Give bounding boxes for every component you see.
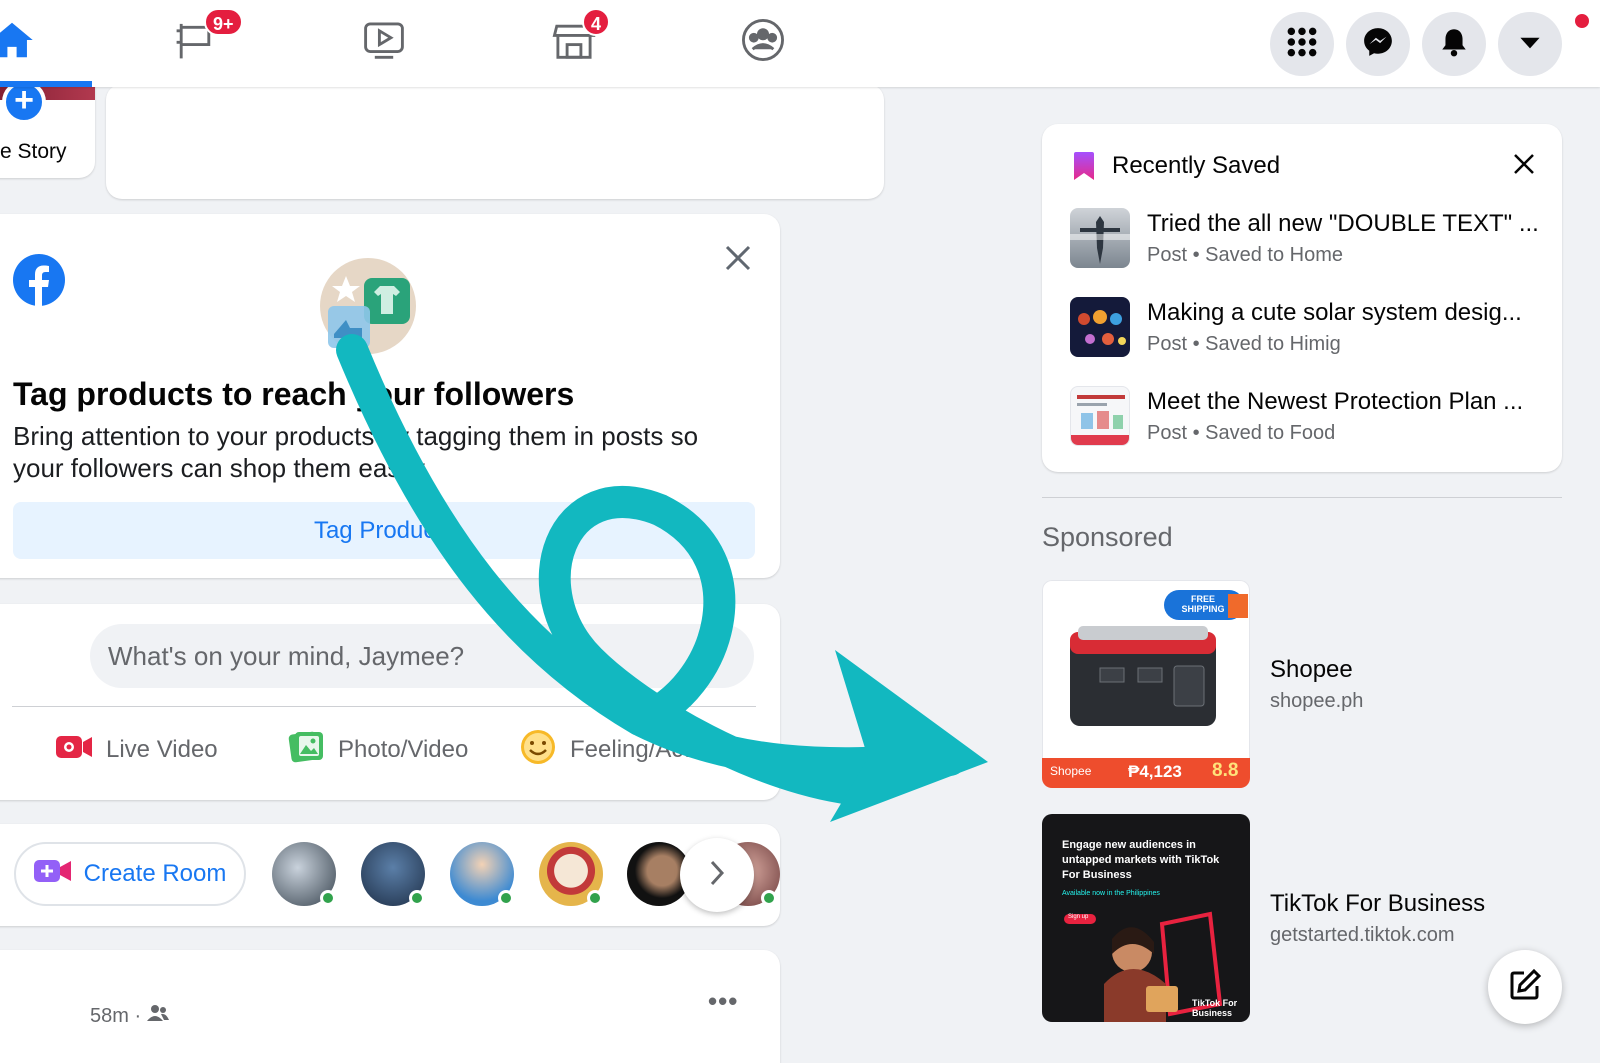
groups-icon xyxy=(740,17,786,68)
sponsored-ad-shopee[interactable]: FREE SHIPPING Shopee ₱4,123 8.8 Shopee s… xyxy=(1042,580,1542,790)
grid-menu-icon xyxy=(1286,26,1318,63)
saved-item[interactable]: Tried the all new "DOUBLE TEXT" ... Post… xyxy=(1070,208,1550,272)
compose-icon xyxy=(1508,968,1542,1007)
online-indicator xyxy=(587,890,603,906)
nav-tab-watch[interactable] xyxy=(324,0,444,84)
post-composer: What's on your mind, Jaymee? Live Video … xyxy=(0,604,780,800)
sponsored-ad-tiktok[interactable]: Engage new audiences in untapped markets… xyxy=(1042,814,1542,1024)
home-icon xyxy=(0,17,35,68)
right-column-divider xyxy=(1042,497,1562,498)
shopee-price-text: ₱4,123 xyxy=(1128,762,1182,781)
close-recently-saved-button[interactable] xyxy=(1506,148,1542,184)
close-tag-products-button[interactable] xyxy=(718,240,758,280)
create-room-label: Create Room xyxy=(83,860,227,887)
saved-item-thumbnail xyxy=(1070,208,1130,268)
caret-down-icon xyxy=(1514,26,1546,63)
online-indicator xyxy=(320,890,336,906)
close-icon xyxy=(725,245,751,276)
tag-products-card: Tag products to reach your followers Bri… xyxy=(0,214,780,578)
friends-audience-icon xyxy=(147,1004,170,1028)
tag-products-button[interactable]: Tag Products xyxy=(13,502,755,559)
post-time-label: 58m · xyxy=(90,1004,142,1027)
feed-post: 58m · ••• xyxy=(0,950,780,1063)
menu-button[interactable] xyxy=(1270,12,1334,76)
saved-item[interactable]: Making a cute solar system desig... Post… xyxy=(1070,297,1550,361)
tiktok-ad-image: Engage new audiences in untapped markets… xyxy=(1042,814,1250,1022)
marketplace-notification-badge: 4 xyxy=(582,8,611,36)
new-message-button[interactable] xyxy=(1488,950,1562,1024)
top-navigation-bar: 9+ 4 xyxy=(0,0,1600,87)
whats-on-your-mind-input[interactable]: What's on your mind, Jaymee? xyxy=(90,624,754,688)
saved-item-meta: Post • Saved to Home xyxy=(1147,244,1343,266)
free-shipping-badge: FREE SHIPPING xyxy=(1181,594,1225,614)
rooms-row: Create Room xyxy=(0,824,780,926)
messenger-button[interactable] xyxy=(1346,12,1410,76)
tiktok-ad-brand: TikTok For Business xyxy=(1192,998,1238,1018)
saved-item-thumbnail xyxy=(1070,386,1130,446)
tiktok-ad-cta: Sign up xyxy=(1068,914,1089,920)
video-plus-icon xyxy=(33,858,72,891)
ad-advertiser-url: shopee.ph xyxy=(1270,690,1364,712)
recently-saved-title: Recently Saved xyxy=(1112,152,1281,179)
ad-advertiser-name: Shopee xyxy=(1270,656,1353,683)
tag-products-title: Tag products to reach your followers xyxy=(13,376,575,412)
photo-video-label: Photo/Video xyxy=(338,736,469,763)
live-video-button[interactable]: Live Video xyxy=(54,724,218,776)
tiktok-ad-subtext: Available now in the Philippines xyxy=(1062,890,1160,897)
rooms-next-button[interactable] xyxy=(680,838,754,912)
saved-item[interactable]: Meet the Newest Protection Plan ... Post… xyxy=(1070,386,1550,450)
create-story-label: e Story xyxy=(0,140,67,163)
notifications-button[interactable] xyxy=(1422,12,1486,76)
bell-icon xyxy=(1438,26,1470,63)
online-indicator xyxy=(498,890,514,906)
nav-tab-marketplace[interactable] xyxy=(514,0,634,84)
saved-item-meta: Post • Saved to Food xyxy=(1147,422,1336,444)
messenger-icon xyxy=(1362,26,1394,63)
tag-products-illustration xyxy=(320,258,416,354)
saved-item-title: Meet the Newest Protection Plan ... xyxy=(1147,388,1524,415)
shopee-sale-text: 8.8 xyxy=(1212,760,1239,781)
pages-notification-badge: 9+ xyxy=(204,8,243,36)
nav-tab-groups[interactable] xyxy=(703,0,823,84)
saved-item-title: Making a cute solar system desig... xyxy=(1147,299,1522,326)
bookmark-icon xyxy=(1074,152,1094,180)
saved-item-thumbnail xyxy=(1070,297,1130,357)
tiktok-ad-headline: Engage new audiences in untapped markets… xyxy=(1062,839,1220,881)
feeling-icon xyxy=(518,727,558,774)
live-video-label: Live Video xyxy=(106,736,218,763)
photo-video-icon xyxy=(286,727,326,774)
recently-saved-card: Recently Saved Tried the all new "DOUBLE… xyxy=(1042,124,1562,472)
shopee-ad-image: FREE SHIPPING Shopee ₱4,123 8.8 xyxy=(1042,580,1250,788)
ad-advertiser-url: getstarted.tiktok.com xyxy=(1270,924,1455,946)
feeling-activity-button[interactable]: Feeling/Activity xyxy=(518,724,731,776)
facebook-logo-icon xyxy=(13,254,65,306)
saved-item-title: Tried the all new "DOUBLE TEXT" ... xyxy=(1147,210,1539,237)
ad-advertiser-name: TikTok For Business xyxy=(1270,890,1486,917)
shopee-brand-text: Shopee xyxy=(1050,764,1092,778)
nav-tab-home[interactable] xyxy=(0,0,72,84)
live-video-icon xyxy=(54,727,94,774)
post-more-options-button[interactable]: ••• xyxy=(708,986,738,1017)
account-button[interactable] xyxy=(1498,12,1562,76)
stories-strip xyxy=(106,84,884,199)
feeling-activity-label: Feeling/Activity xyxy=(570,736,732,763)
close-icon xyxy=(1513,153,1535,180)
account-notification-dot xyxy=(1573,12,1591,30)
active-tab-indicator xyxy=(0,81,92,87)
chevron-right-icon xyxy=(706,858,728,893)
post-timestamp: 58m · xyxy=(90,1004,170,1028)
create-room-button[interactable]: Create Room xyxy=(14,842,246,906)
saved-item-meta: Post • Saved to Himig xyxy=(1147,333,1341,355)
photo-video-button[interactable]: Photo/Video xyxy=(286,724,468,776)
tag-products-description: Bring attention to your products by tagg… xyxy=(13,421,699,483)
sponsored-heading: Sponsored xyxy=(1042,522,1173,552)
online-indicator xyxy=(409,890,425,906)
video-play-icon xyxy=(361,17,407,68)
online-indicator xyxy=(761,890,777,906)
composer-divider xyxy=(12,706,756,707)
